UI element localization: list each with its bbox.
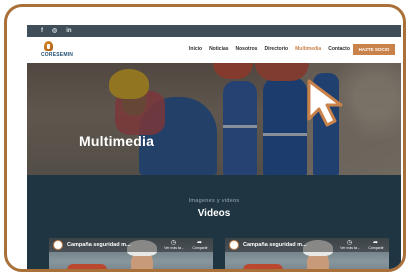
nav-link-noticias[interactable]: Noticias xyxy=(209,46,228,52)
nav-link-directorio[interactable]: Directorio xyxy=(264,46,288,52)
nav-link-nosotros[interactable]: Nosotros xyxy=(236,46,258,52)
share-button[interactable]: ➦ Compartir xyxy=(365,240,387,251)
main-navbar: CORESEMIN Inicio Noticias Nosotros Direc… xyxy=(27,37,401,63)
hero-title: Multimedia xyxy=(79,133,155,149)
browser-screen: f ◎ in CORESEMIN Inicio Noticias Nosotro… xyxy=(27,25,401,269)
site-logo[interactable]: CORESEMIN xyxy=(41,41,81,59)
main-menu: Inicio Noticias Nosotros Directorio Mult… xyxy=(189,46,350,52)
channel-avatar[interactable] xyxy=(229,240,239,250)
instagram-icon[interactable]: ◎ xyxy=(52,28,57,34)
linkedin-icon[interactable]: in xyxy=(66,28,71,34)
social-topbar: f ◎ in xyxy=(27,25,401,37)
nav-link-contacto[interactable]: Contacto xyxy=(328,46,350,52)
video-card[interactable]: Campaña seguridad m... ◷ Ver más ta... ➦… xyxy=(225,238,389,269)
share-label: Compartir xyxy=(368,246,384,250)
logo-text: CORESEMIN xyxy=(41,52,74,58)
video-title[interactable]: Campaña seguridad m... xyxy=(67,242,131,248)
join-button[interactable]: HAZTE SOCIO xyxy=(353,44,395,55)
video-title[interactable]: Campaña seguridad m... xyxy=(243,242,307,248)
thumbnail-figure xyxy=(243,264,283,269)
device-frame: f ◎ in CORESEMIN Inicio Noticias Nosotro… xyxy=(4,4,406,272)
facebook-icon[interactable]: f xyxy=(41,28,43,34)
channel-avatar[interactable] xyxy=(53,240,63,250)
nav-link-inicio[interactable]: Inicio xyxy=(189,46,202,52)
watch-later-label: Ver más ta... xyxy=(164,246,184,250)
share-label: Compartir xyxy=(192,246,208,250)
nav-link-multimedia[interactable]: Multimedia xyxy=(295,46,321,52)
video-card[interactable]: Campaña seguridad m... ◷ Ver más ta... ➦… xyxy=(49,238,213,269)
thumbnail-figure xyxy=(67,264,107,269)
section-kicker: Imagenes y videos xyxy=(188,198,240,204)
watch-later-button[interactable]: ◷ Ver más ta... xyxy=(339,240,361,251)
watch-later-label: Ver más ta... xyxy=(340,246,360,250)
logo-mark-icon xyxy=(44,41,53,51)
section-title: Videos xyxy=(197,208,231,219)
share-button[interactable]: ➦ Compartir xyxy=(189,240,211,251)
watch-later-button[interactable]: ◷ Ver más ta... xyxy=(163,240,185,251)
mouse-pointer-icon xyxy=(307,79,343,127)
